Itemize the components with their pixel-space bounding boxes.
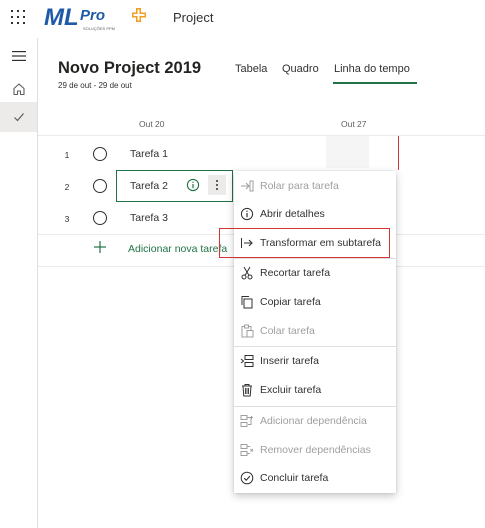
menu-item-add-dependency[interactable]: Adicionar dependência <box>234 407 396 435</box>
menu-item-paste-task[interactable]: Colar tarefa <box>234 317 396 345</box>
task-name[interactable]: Tarefa 1 <box>130 148 168 160</box>
svg-text:ML: ML <box>44 4 79 31</box>
menu-item-label: Copiar tarefa <box>260 296 321 308</box>
menu-item-open-details[interactable]: Abrir detalhes <box>234 200 396 228</box>
menu-item-scroll-to-task[interactable]: Rolar para tarefa <box>234 172 396 200</box>
home-icon[interactable] <box>0 74 37 104</box>
info-icon[interactable] <box>186 178 200 192</box>
task-complete-checkbox[interactable] <box>93 179 107 193</box>
menu-item-label: Concluir tarefa <box>260 472 329 484</box>
menu-item-label: Remover dependências <box>260 444 371 456</box>
tab-linha-do-tempo[interactable]: Linha do tempo <box>334 63 410 75</box>
today-marker-line <box>398 136 399 170</box>
menu-item-copy-task[interactable]: Copiar tarefa <box>234 288 396 316</box>
active-tab-indicator <box>333 82 417 84</box>
highlight-annotation-box <box>219 228 390 258</box>
info-icon <box>240 207 254 221</box>
more-options-icon[interactable] <box>208 175 226 195</box>
add-plus-icon[interactable] <box>93 240 107 254</box>
scroll-to-task-icon <box>241 180 254 192</box>
menu-item-delete-task[interactable]: Excluir tarefa <box>234 376 396 404</box>
tab-tabela[interactable]: Tabela <box>235 63 267 75</box>
insert-icon <box>240 355 254 367</box>
menu-item-remove-dependencies[interactable]: Remover dependências <box>234 436 396 464</box>
remove-dependency-icon <box>240 444 254 456</box>
task-row-number: 2 <box>64 182 70 192</box>
menu-item-insert-task[interactable]: Inserir tarefa <box>234 347 396 375</box>
timeline-axis-divider <box>38 135 485 136</box>
menu-item-complete-task[interactable]: Concluir tarefa <box>234 464 396 492</box>
menu-item-label: Recortar tarefa <box>260 267 331 279</box>
paste-icon <box>241 324 254 338</box>
svg-text:Pro: Pro <box>80 7 105 24</box>
mlpro-logo: ML Pro SOLUÇÕES PPM <box>44 4 146 31</box>
left-rail <box>0 38 38 528</box>
check-circle-icon <box>240 471 254 485</box>
task-row-number: 3 <box>64 214 70 224</box>
scissors-icon <box>241 266 253 280</box>
timeline-date-label: Out 20 <box>139 119 165 129</box>
task-name[interactable]: Tarefa 2 <box>130 180 168 192</box>
task-name[interactable]: Tarefa 3 <box>130 212 168 224</box>
gantt-bar-area <box>326 136 369 168</box>
task-complete-checkbox[interactable] <box>93 147 107 161</box>
project-title[interactable]: Novo Project 2019 <box>58 59 201 78</box>
copy-icon <box>241 296 253 309</box>
project-date-range: 29 de out - 29 de out <box>58 81 132 90</box>
menu-item-label: Inserir tarefa <box>260 355 319 367</box>
svg-text:SOLUÇÕES PPM: SOLUÇÕES PPM <box>83 26 115 31</box>
timeline-date-label: Out 27 <box>341 119 367 129</box>
menu-item-label: Abrir detalhes <box>260 208 325 220</box>
task-row-number: 1 <box>64 150 70 160</box>
menu-item-cut-task[interactable]: Recortar tarefa <box>234 259 396 287</box>
menu-item-label: Colar tarefa <box>260 325 315 337</box>
menu-item-label: Excluir tarefa <box>260 384 322 396</box>
task-complete-checkbox[interactable] <box>93 211 107 225</box>
trash-icon <box>242 384 252 397</box>
menu-item-label: Rolar para tarefa <box>260 180 339 192</box>
hamburger-menu-icon[interactable] <box>0 41 37 71</box>
menu-item-label: Adicionar dependência <box>260 415 367 427</box>
app-name: Project <box>173 10 214 25</box>
my-tasks-check-icon[interactable] <box>0 102 37 132</box>
app-header: ML Pro SOLUÇÕES PPM Project <box>0 0 485 38</box>
task-context-menu: Rolar para tarefa Abrir detalhes Transfo… <box>234 171 396 493</box>
add-new-task-link[interactable]: Adicionar nova tarefa <box>128 243 227 255</box>
logo-plus-icon <box>132 8 146 22</box>
tab-quadro[interactable]: Quadro <box>282 63 319 75</box>
app-launcher-icon[interactable] <box>11 10 25 24</box>
add-dependency-icon <box>240 415 253 427</box>
